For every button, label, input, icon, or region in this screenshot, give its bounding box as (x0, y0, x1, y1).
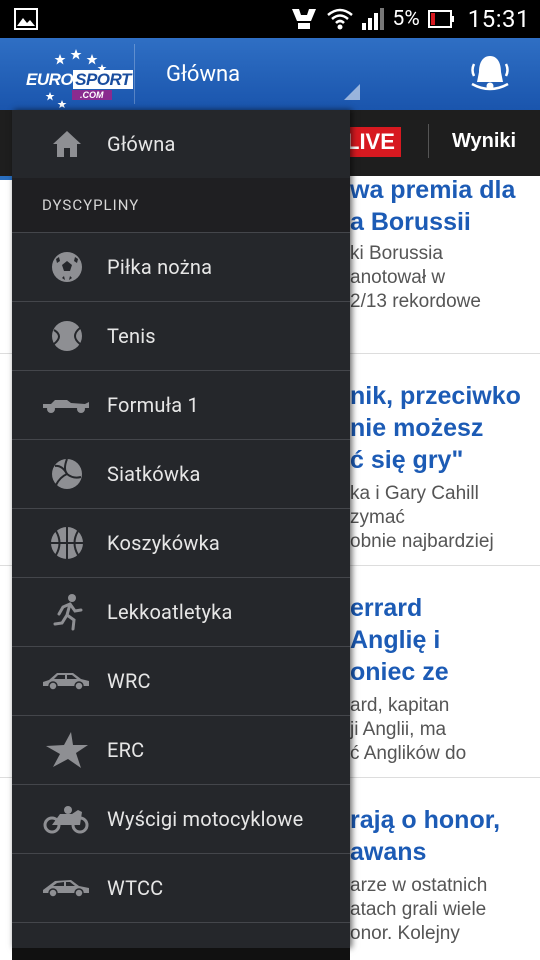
basketball-icon (44, 523, 90, 563)
app-bar: EURO SPORT .COM Główna (0, 38, 540, 110)
drawer-item-football[interactable]: Piłka nożna (12, 233, 350, 302)
article-body-line: ki Borussia (350, 243, 443, 264)
article-title-line: ć się gry" (350, 446, 464, 474)
formula-car-icon (40, 385, 92, 425)
logo-wordmark: EURO SPORT (26, 70, 133, 89)
drawer-item-label: WTCC (107, 876, 164, 900)
home-icon (44, 124, 90, 164)
eurosport-logo[interactable]: EURO SPORT .COM (24, 48, 133, 108)
article-body-line: obnie najbardziej (350, 531, 494, 552)
soccer-ball-icon (44, 247, 90, 287)
battery-percent: 5% (392, 7, 420, 31)
article-title-line: wa premia dla (350, 176, 516, 204)
navigation-drawer: Główna DYSCYPLINY Piłka nożna Tenis Form… (12, 110, 350, 948)
volleyball-icon (44, 454, 90, 494)
status-bar: 5% 15:31 (0, 0, 540, 38)
section-spinner-label[interactable]: Główna (166, 62, 240, 87)
rally-car-icon (40, 661, 92, 701)
article-body-line: 2/13 rekordowe (350, 291, 481, 312)
drawer-item-home[interactable]: Główna (12, 110, 350, 179)
article-body-line: arze w ostatnich (350, 875, 488, 896)
battery-icon (427, 10, 454, 28)
drawer-section-header: DYSCYPLINY (12, 178, 350, 233)
article-title-line: nik, przeciwko (350, 382, 521, 410)
gallery-notification-icon (14, 8, 38, 30)
article-body-line: ć Anglików do (350, 743, 467, 764)
vibrate-icon (291, 9, 316, 29)
article-body-line: ji Anglii, ma (350, 719, 447, 740)
drawer-item-label: Piłka nożna (107, 255, 213, 279)
motorcycle-icon (40, 799, 92, 839)
appbar-divider (134, 44, 135, 104)
spinner-triangle-icon[interactable] (344, 84, 360, 100)
tennis-ball-icon (44, 316, 90, 356)
drawer-item-volleyball[interactable]: Siatkówka (12, 440, 350, 509)
notifications-bell-icon[interactable] (468, 52, 512, 96)
article-title-line: a Borussii (350, 208, 471, 236)
drawer-item-athletics[interactable]: Lekkoatletyka (12, 578, 350, 647)
screen: 5% 15:31 EURO SPORT .COM Główna LIVE Wyn… (0, 0, 540, 960)
tab-divider (428, 124, 429, 158)
drawer-bottom-edge (12, 948, 350, 960)
logo-domain: .COM (72, 90, 112, 100)
drawer-item-label: WRC (107, 669, 151, 693)
touring-car-icon (40, 868, 92, 908)
drawer-item-wtcc[interactable]: WTCC (12, 854, 350, 923)
article-body-line: onor. Kolejny (350, 923, 460, 944)
drawer-item-formula1[interactable]: Formuła 1 (12, 371, 350, 440)
section-header-label: DYSCYPLINY (42, 196, 140, 214)
drawer-item-label: Koszykówka (107, 531, 220, 555)
drawer-item-tennis[interactable]: Tenis (12, 302, 350, 371)
results-tab[interactable]: Wyniki (452, 130, 516, 153)
drawer-item-erc[interactable]: ERC (12, 716, 350, 785)
clock: 15:31 (467, 5, 530, 33)
drawer-item-wrc[interactable]: WRC (12, 647, 350, 716)
article-body-line: zymać (350, 507, 405, 528)
wifi-icon (326, 8, 353, 30)
signal-icon (361, 8, 384, 30)
drawer-item-label: ERC (107, 738, 145, 762)
drawer-item-label: Siatkówka (107, 462, 201, 486)
article-title-line: oniec ze (350, 658, 449, 686)
article-title-line: Anglię i (350, 626, 441, 654)
runner-icon (44, 592, 90, 632)
drawer-item-motorcycle[interactable]: Wyścigi motocyklowe (12, 785, 350, 854)
article-title-line: errard (350, 594, 423, 622)
article-accent (0, 176, 12, 180)
drawer-item-label: Główna (107, 132, 176, 156)
drawer-item-label: Formuła 1 (107, 393, 199, 417)
drawer-item-basketball[interactable]: Koszykówka (12, 509, 350, 578)
article-body-line: ard, kapitan (350, 695, 450, 716)
article-title-line: rają o honor, (350, 806, 501, 834)
article-title-line: awans (350, 838, 427, 866)
article-body-line: atach grali wiele (350, 899, 487, 920)
article-body-line: anotował w (350, 267, 446, 288)
article-title-line: nie możesz (350, 414, 484, 442)
article-body-line: ka i Gary Cahill (350, 483, 479, 504)
drawer-item-label: Wyścigi motocyklowe (107, 807, 304, 831)
drawer-item-label: Lekkoatletyka (107, 600, 233, 624)
star-icon (44, 730, 90, 770)
drawer-item-label: Tenis (107, 324, 156, 348)
